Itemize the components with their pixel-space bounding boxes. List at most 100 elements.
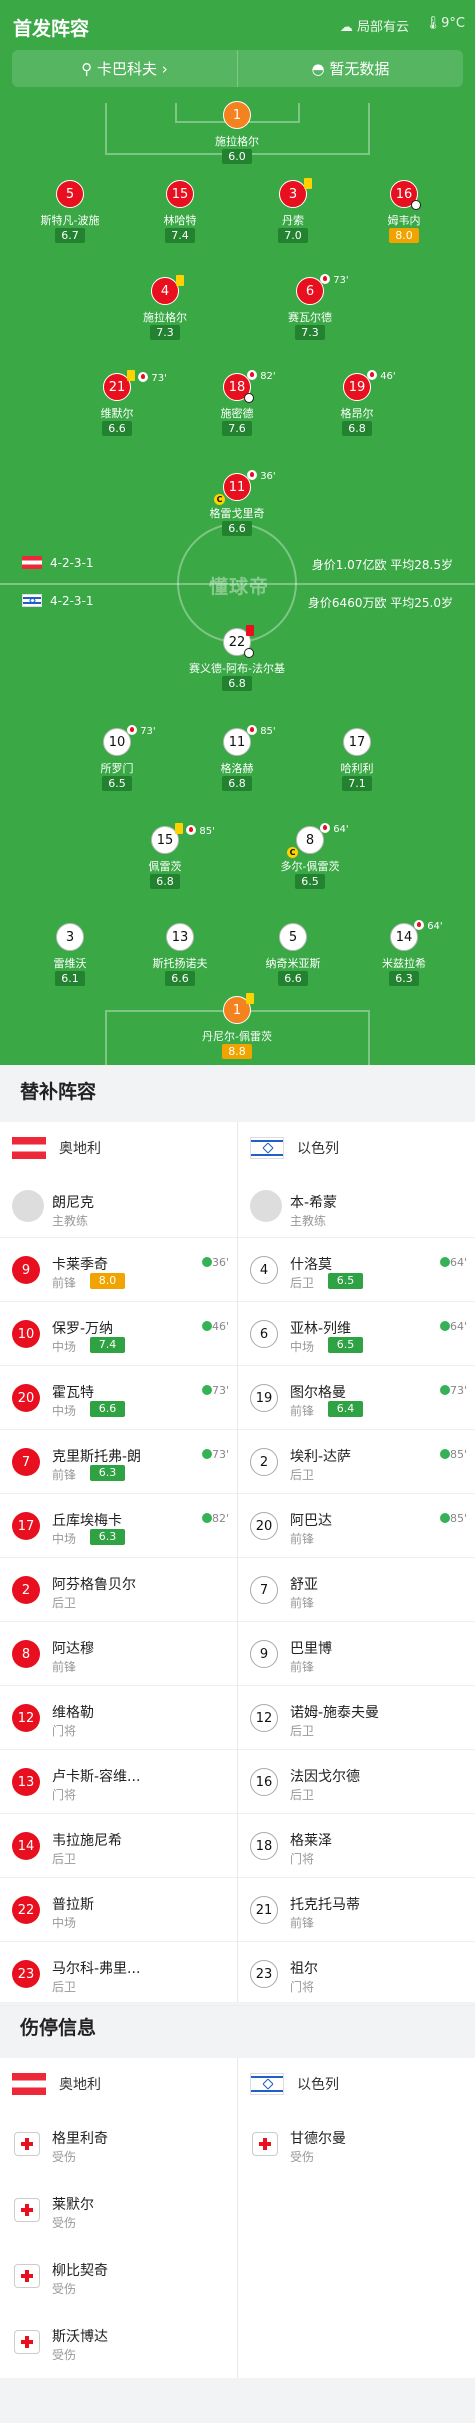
player-number: 23 xyxy=(250,1960,278,1988)
player-position: 后卫 xyxy=(290,1468,315,1482)
injury-status: 受伤 xyxy=(52,2150,77,2164)
away-sub-row[interactable]: 6 亚林-列维 中场 6.5 64' xyxy=(238,1302,475,1366)
player-number: 9 xyxy=(250,1640,278,1668)
home-team-name: 奥地利 xyxy=(59,1141,101,1157)
away-sub-row[interactable]: 7 舒亚 前锋 xyxy=(238,1558,475,1622)
away-sub-row[interactable]: 23 祖尔 门将 xyxy=(238,1942,475,2006)
player-number: 9 xyxy=(12,1256,40,1284)
away-sub-row[interactable]: 12 诺姆-施泰夫曼 后卫 xyxy=(238,1686,475,1750)
player-name: 祖尔 xyxy=(290,1961,318,1977)
player-position: 门将 xyxy=(52,1724,77,1738)
home-coach-row[interactable]: 朗尼克 主教练 xyxy=(0,1174,237,1238)
player-name: 赛瓦尔德 xyxy=(288,311,332,324)
weather-text: 局部有云 xyxy=(356,20,409,35)
sub-off-icon xyxy=(320,823,330,833)
yellow-card-icon xyxy=(175,823,183,834)
player-score: 6.8 xyxy=(150,874,180,889)
player-score: 8.0 xyxy=(389,228,419,243)
player-score: 6.5 xyxy=(328,1337,363,1353)
home-sub-row[interactable]: 9 卡莱季奇 前锋 8.0 36' xyxy=(0,1238,237,1302)
player-position: 后卫 xyxy=(290,1724,315,1738)
sub-event: 64' xyxy=(414,920,443,932)
away-injury-row[interactable]: 甘德尔曼 受伤 xyxy=(238,2110,475,2174)
coach-bar: ⚲ 卡巴科夫 › ◓ 暂无数据 xyxy=(12,50,463,87)
home-injury-row[interactable]: 格里利奇 受伤 xyxy=(0,2110,237,2174)
home-sub-row[interactable]: 13 卢卡斯-容维... 门将 xyxy=(0,1750,237,1814)
away-sub-row[interactable]: 18 格莱泽 门将 xyxy=(238,1814,475,1878)
player-number: 23 xyxy=(12,1960,40,1988)
home-team-header: 奥地利 xyxy=(12,1122,101,1174)
home-coach-name: 卡巴科夫 xyxy=(96,60,157,78)
away-sub-row[interactable]: 21 托克托马蒂 前锋 xyxy=(238,1878,475,1942)
away-sub-row[interactable]: 16 法因戈尔德 后卫 xyxy=(238,1750,475,1814)
home-injury-row[interactable]: 莱默尔 受伤 xyxy=(0,2176,237,2240)
sub-in-event: 85' xyxy=(439,1512,467,1525)
player-position: 前锋 xyxy=(290,1404,315,1418)
sub-event: 73' xyxy=(320,274,349,286)
home-sub-row[interactable]: 2 阿芬格鲁贝尔 后卫 xyxy=(0,1558,237,1622)
player-name: 马尔科-弗里... xyxy=(52,1961,141,1977)
sub-event: 64' xyxy=(320,823,349,835)
coach-name: 本-希蒙 xyxy=(290,1195,338,1211)
captain-icon: C xyxy=(287,847,298,858)
player-score: 6.8 xyxy=(222,676,252,691)
home-sub-row[interactable]: 14 韦拉施尼希 后卫 xyxy=(0,1814,237,1878)
player-number: 12 xyxy=(12,1704,40,1732)
home-sub-row[interactable]: 23 马尔科-弗里... 后卫 xyxy=(0,1942,237,2006)
player-score: 6.5 xyxy=(102,776,132,791)
away-sub-row[interactable]: 9 巴里博 前锋 xyxy=(238,1622,475,1686)
away-formation: 4-2-3-1 xyxy=(50,594,94,608)
player-score: 6.3 xyxy=(389,971,419,986)
player-position: 后卫 xyxy=(52,1980,77,1994)
sub-off-icon xyxy=(247,370,257,380)
player-score: 7.1 xyxy=(342,776,372,791)
event-time: 85' xyxy=(449,1512,467,1525)
home-sub-row[interactable]: 22 普拉斯 中场 xyxy=(0,1878,237,1942)
away-coach-row[interactable]: 本-希蒙 主教练 xyxy=(238,1174,475,1238)
away-sub-row[interactable]: 2 埃利-达萨 后卫 85' xyxy=(238,1430,475,1494)
player-number: 20 xyxy=(250,1512,278,1540)
medical-kit-icon xyxy=(14,2330,40,2354)
player-name: 霍瓦特 xyxy=(52,1385,94,1401)
home-sub-row[interactable]: 8 阿达穆 前锋 xyxy=(0,1622,237,1686)
event-time: 73' xyxy=(211,1384,229,1397)
home-sub-row[interactable]: 7 克里斯托弗-朗 前锋 6.3 73' xyxy=(0,1430,237,1494)
away-team-header: 以色列 xyxy=(250,2058,339,2110)
player-name: 斯托扬诺夫 xyxy=(152,957,208,970)
event-time: 73' xyxy=(151,373,167,384)
player-score: 6.6 xyxy=(222,521,252,536)
home-coach-button[interactable]: ⚲ 卡巴科夫 › xyxy=(12,58,237,79)
austria-flag-icon xyxy=(22,556,42,569)
player-name: 格雷戈里奇 xyxy=(209,507,265,520)
player-name: 施密德 xyxy=(220,407,254,420)
home-sub-row[interactable]: 17 丘库埃梅卡 中场 6.3 82' xyxy=(0,1494,237,1558)
sub-off-icon xyxy=(247,470,257,480)
home-injury-row[interactable]: 柳比契奇 受伤 xyxy=(0,2242,237,2306)
home-sub-row[interactable]: 12 维格勒 门将 xyxy=(0,1686,237,1750)
sub-in-icon xyxy=(439,1449,450,1459)
player-name: 林哈特 xyxy=(163,214,197,227)
yellow-card-icon xyxy=(304,178,312,192)
israel-flag-icon xyxy=(22,594,42,607)
away-sub-row[interactable]: 19 图尔格曼 前锋 6.4 73' xyxy=(238,1366,475,1430)
home-sub-row[interactable]: 10 保罗-万纳 中场 7.4 46' xyxy=(0,1302,237,1366)
away-sub-row[interactable]: 4 什洛莫 后卫 6.5 64' xyxy=(238,1238,475,1302)
away-sub-row[interactable]: 20 阿巴达 前锋 85' xyxy=(238,1494,475,1558)
player-score: 6.6 xyxy=(165,971,195,986)
top-bar: 首发阵容 ☁ 局部有云 🌡9°C xyxy=(0,0,475,50)
player-number: 2 xyxy=(12,1576,40,1604)
player-number: 4 xyxy=(250,1256,278,1284)
player-number: 5 xyxy=(279,923,307,951)
player-name: 格洛赫 xyxy=(220,762,254,775)
player-name: 格莱泽 xyxy=(290,1833,332,1849)
player-number: 1 xyxy=(223,101,251,129)
player-score: 7.4 xyxy=(90,1337,125,1353)
sub-event: 82' xyxy=(247,370,276,382)
sub-in-icon xyxy=(439,1257,450,1267)
home-sub-row[interactable]: 20 霍瓦特 中场 6.6 73' xyxy=(0,1366,237,1430)
player-number: 4 xyxy=(151,277,179,305)
player-name: 多尔-佩雷茨 xyxy=(280,860,340,873)
chevron-right-icon: › xyxy=(161,60,168,78)
event-time: 73' xyxy=(140,726,156,737)
home-injury-row[interactable]: 斯沃博达 受伤 xyxy=(0,2308,237,2372)
